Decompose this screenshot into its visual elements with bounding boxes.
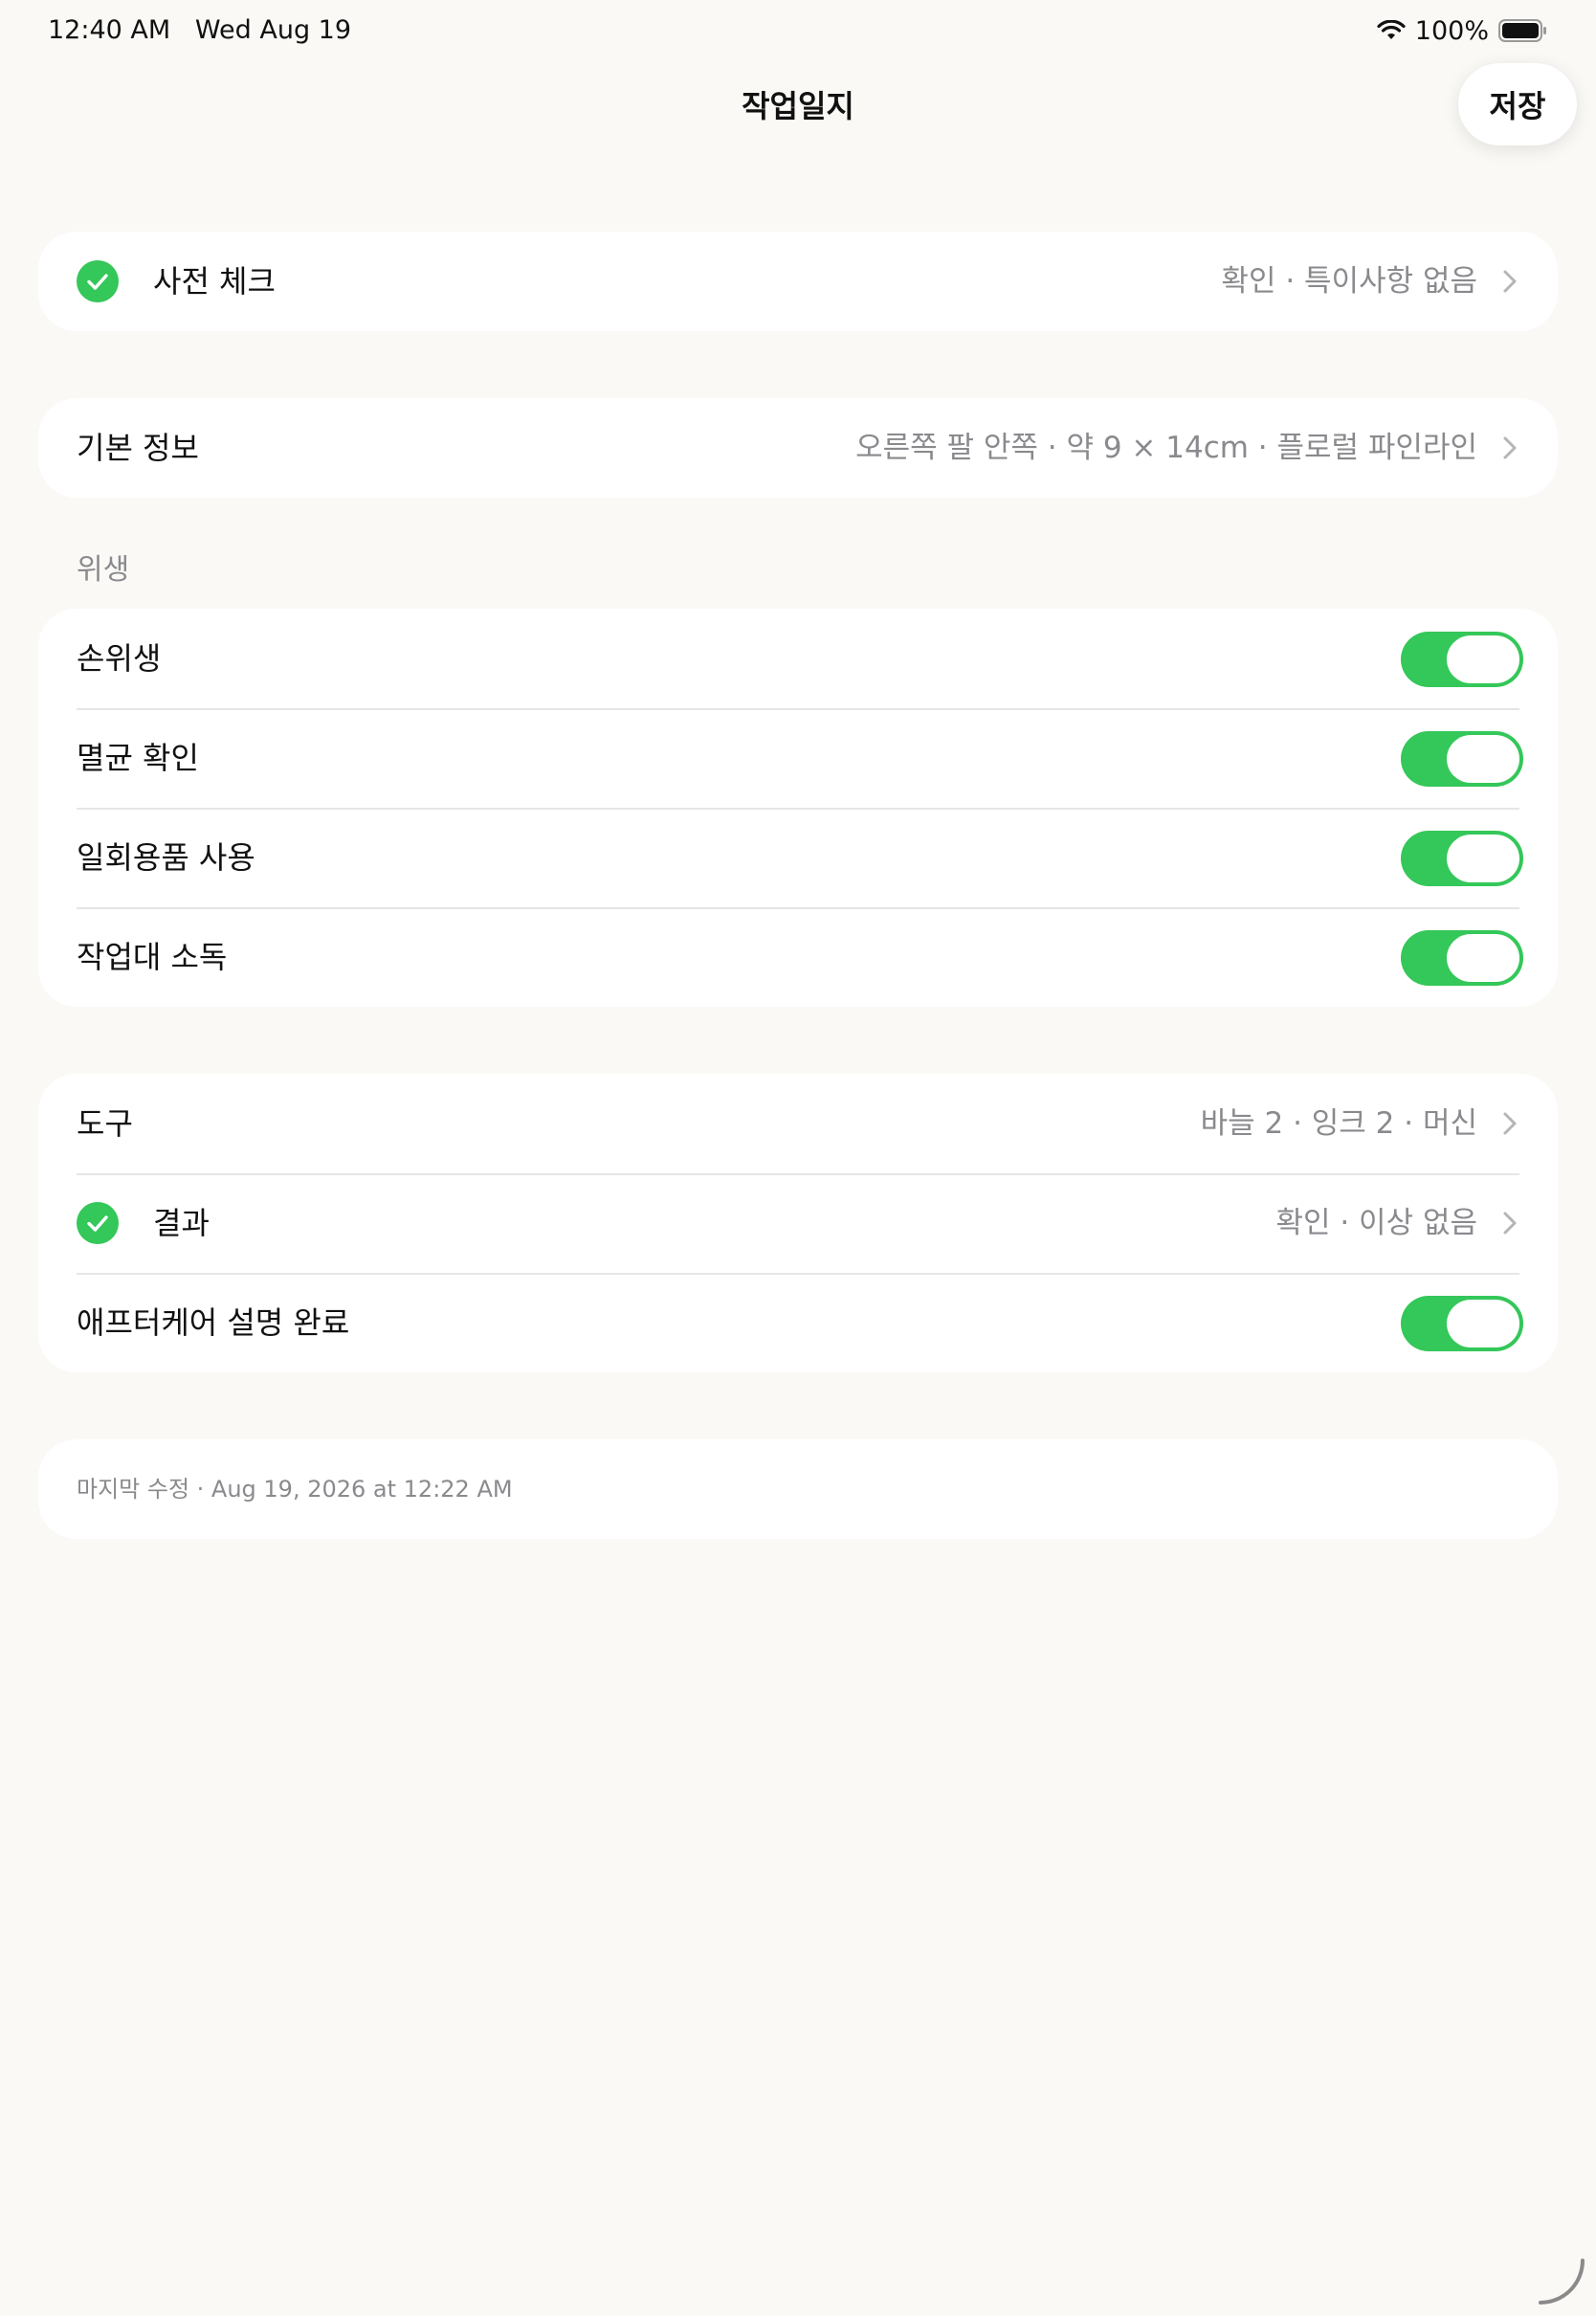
chevron-right-icon [1503, 436, 1517, 459]
precheck-card: 사전 체크 확인 · 특이사항 없음 [38, 232, 1558, 331]
disposables-toggle[interactable] [1401, 831, 1523, 886]
status-date: Wed Aug 19 [194, 15, 352, 45]
workbench-disinfect-toggle[interactable] [1401, 930, 1523, 986]
toggle-knob [1447, 635, 1519, 683]
checkmark-circle-icon [77, 1202, 119, 1244]
status-bar: 12:40 AM Wed Aug 19 100% [0, 0, 1596, 61]
basic-info-card: 기본 정보 오른쪽 팔 안쪽 · 약 9 × 14cm · 플로럴 파인라인 [38, 398, 1558, 498]
chevron-right-icon [1503, 1112, 1517, 1135]
hygiene-row-disposable: 일회용품 사용 [38, 808, 1558, 907]
basic-info-row[interactable]: 기본 정보 오른쪽 팔 안쪽 · 약 9 × 14cm · 플로럴 파인라인 [38, 398, 1558, 498]
precheck-label: 사전 체크 [153, 263, 276, 300]
work-card: 도구 바늘 2 · 잉크 2 · 머신 결과 확인 · 이상 없음 애프터케어 … [38, 1074, 1558, 1372]
battery-percent: 100% [1414, 15, 1489, 46]
aftercare-label: 애프터케어 설명 완료 [77, 1304, 350, 1341]
precheck-value: 확인 · 특이사항 없음 [1221, 264, 1477, 299]
wifi-icon [1377, 20, 1406, 39]
toggle-knob [1447, 1300, 1519, 1347]
sterilization-toggle[interactable] [1401, 731, 1523, 787]
toggle-knob [1447, 934, 1519, 982]
result-row[interactable]: 결과 확인 · 이상 없음 [38, 1173, 1558, 1273]
chevron-right-icon [1503, 1212, 1517, 1235]
toggle-knob [1447, 835, 1519, 882]
hygiene-row-hand: 손위생 [38, 609, 1558, 708]
toggle-knob [1447, 735, 1519, 783]
page-title: 작업일지 [742, 88, 854, 124]
hygiene-card: 손위생 멸균 확인 일회용품 사용 작업대 소독 [38, 609, 1558, 1007]
save-button[interactable]: 저장 [1458, 63, 1577, 145]
result-label: 결과 [153, 1205, 210, 1241]
hygiene-row-workbench: 작업대 소독 [38, 907, 1558, 1007]
basic-info-label: 기본 정보 [77, 430, 199, 466]
status-indicators: 100% [1377, 13, 1548, 48]
hygiene-section-header: 위생 [77, 553, 130, 587]
tools-label: 도구 [77, 1105, 133, 1142]
status-time-date: 12:40 AM Wed Aug 19 [48, 15, 351, 45]
hygiene-label: 손위생 [77, 640, 162, 677]
chevron-right-icon [1503, 270, 1517, 293]
basic-info-value: 오른쪽 팔 안쪽 · 약 9 × 14cm · 플로럴 파인라인 [855, 431, 1477, 465]
hygiene-label: 멸균 확인 [77, 740, 199, 776]
aftercare-toggle[interactable] [1401, 1296, 1523, 1351]
tools-value: 바늘 2 · 잉크 2 · 머신 [1200, 1106, 1477, 1141]
tools-row[interactable]: 도구 바늘 2 · 잉크 2 · 머신 [38, 1074, 1558, 1173]
aftercare-row: 애프터케어 설명 완료 [38, 1273, 1558, 1372]
status-time: 12:40 AM [48, 15, 171, 45]
hygiene-row-sterile: 멸균 확인 [38, 708, 1558, 808]
hand-hygiene-toggle[interactable] [1401, 632, 1523, 687]
checkmark-circle-icon [77, 260, 119, 302]
hygiene-label: 작업대 소독 [77, 939, 228, 975]
last-modified-text: 마지막 수정 · Aug 19, 2026 at 12:22 AM [77, 1476, 513, 1503]
precheck-row[interactable]: 사전 체크 확인 · 특이사항 없음 [38, 232, 1558, 331]
resize-corner-icon [1539, 2259, 1585, 2305]
battery-full-icon [1498, 19, 1546, 42]
last-modified-card: 마지막 수정 · Aug 19, 2026 at 12:22 AM [38, 1439, 1558, 1539]
hygiene-label: 일회용품 사용 [77, 839, 255, 876]
result-value: 확인 · 이상 없음 [1275, 1206, 1477, 1240]
